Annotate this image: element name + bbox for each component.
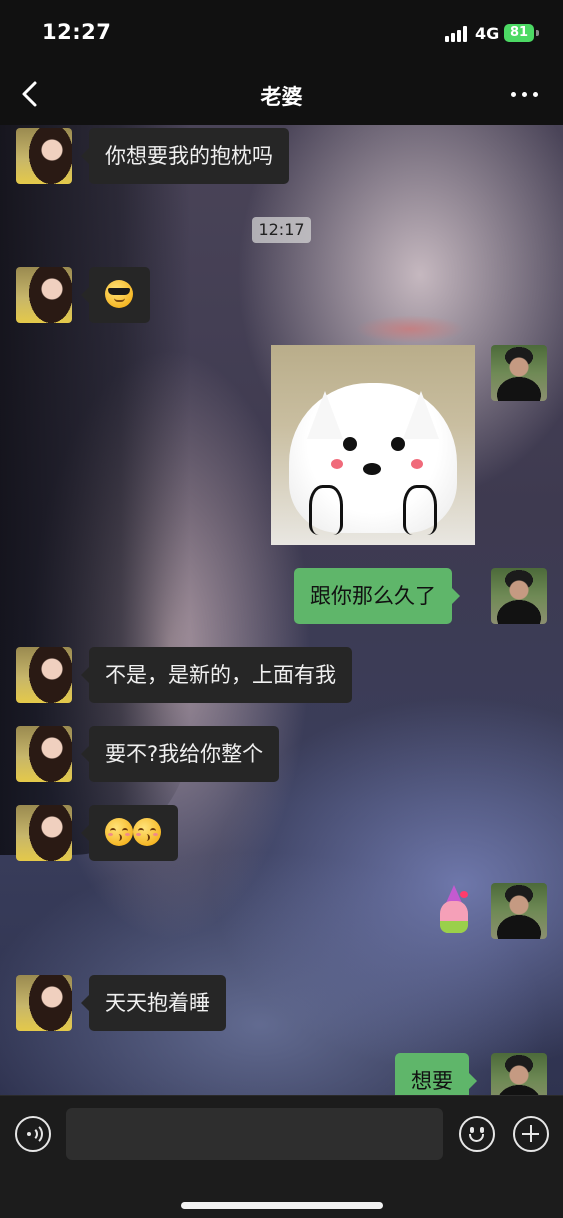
message-bubble-incoming[interactable]: 要不?我给你整个 <box>80 726 280 782</box>
status-time: 12:27 <box>42 20 112 44</box>
plus-icon[interactable] <box>513 1116 549 1152</box>
kissing-face-emoji <box>133 818 161 846</box>
her-avatar[interactable] <box>16 128 72 184</box>
my-avatar[interactable] <box>491 345 547 401</box>
message-timestamp: 12:17 <box>252 217 311 243</box>
kissing-face-emoji <box>105 818 133 846</box>
message-bubble-incoming[interactable]: 天天抱着睡 <box>81 975 226 1031</box>
network-type: 4G <box>475 24 500 43</box>
voice-icon[interactable] <box>15 1116 51 1152</box>
her-avatar[interactable] <box>16 267 72 323</box>
her-avatar[interactable] <box>16 805 72 861</box>
my-avatar[interactable] <box>491 883 547 939</box>
message-bubble-incoming[interactable]: 不是，是新的，上面有我 <box>81 647 352 703</box>
message-list[interactable]: 你想要我的抱枕吗 12:17 跟你那么久了 不是，是新的，上面有我 要不?我给你… <box>0 125 563 1095</box>
status-bar: 12:27 4G 81 <box>0 0 563 64</box>
my-avatar[interactable] <box>491 568 547 624</box>
message-bubble-outgoing[interactable]: 想要 <box>395 1053 477 1095</box>
battery-icon: 81 <box>504 24 534 42</box>
message-bubble-incoming[interactable] <box>81 805 178 861</box>
sunglasses-smirk-emoji <box>105 280 133 308</box>
message-bubble-incoming[interactable]: 你想要我的抱枕吗 <box>81 128 289 184</box>
input-bar <box>0 1095 563 1218</box>
white-dog-sticker[interactable] <box>271 345 475 545</box>
signal-icon <box>445 26 469 42</box>
starfish-sticker[interactable] <box>432 885 476 941</box>
message-bubble-outgoing[interactable]: 跟你那么久了 <box>294 568 460 624</box>
message-input[interactable] <box>66 1108 443 1160</box>
emoji-icon[interactable] <box>459 1116 495 1152</box>
her-avatar[interactable] <box>16 647 72 703</box>
chat-title: 老婆 <box>260 85 303 109</box>
nav-bar: 老婆 <box>0 64 563 125</box>
message-bubble-incoming[interactable] <box>81 267 150 323</box>
her-avatar[interactable] <box>16 726 72 782</box>
more-dots-icon[interactable] <box>508 82 542 106</box>
her-avatar[interactable] <box>16 975 72 1031</box>
home-indicator[interactable] <box>181 1202 383 1209</box>
my-avatar[interactable] <box>491 1053 547 1095</box>
battery-tip <box>536 30 539 36</box>
